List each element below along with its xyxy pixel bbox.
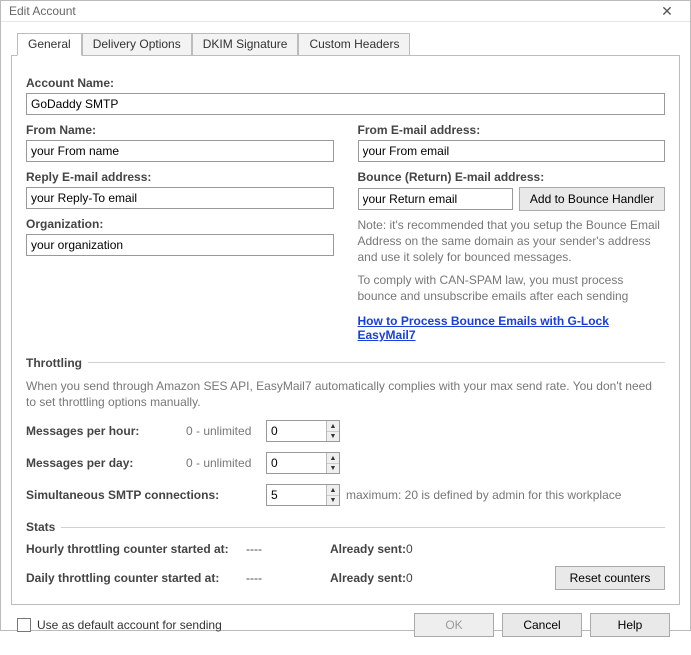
smtp-conn-hint: maximum: 20 is defined by admin for this… bbox=[346, 488, 665, 502]
chevron-up-icon[interactable]: ▲ bbox=[327, 453, 339, 464]
divider bbox=[61, 527, 665, 528]
default-account-checkbox[interactable] bbox=[17, 618, 31, 632]
stepper-arrows[interactable]: ▲▼ bbox=[326, 485, 339, 505]
msg-per-hour-hint: 0 - unlimited bbox=[186, 424, 266, 438]
reset-counters-button[interactable]: Reset counters bbox=[555, 566, 665, 590]
from-email-input[interactable] bbox=[358, 140, 666, 162]
throttling-legend-text: Throttling bbox=[26, 356, 82, 370]
default-account-label: Use as default account for sending bbox=[37, 618, 222, 632]
msg-per-day-label: Messages per day: bbox=[26, 456, 186, 470]
bounce-note-2: To comply with CAN-SPAM law, you must pr… bbox=[358, 272, 666, 304]
ok-button[interactable]: OK bbox=[414, 613, 494, 637]
bounce-email-input[interactable] bbox=[358, 188, 513, 210]
tabpanel-general: Account Name: From Name: Reply E-mail ad… bbox=[11, 55, 680, 605]
smtp-conn-stepper[interactable]: ▲▼ bbox=[266, 484, 340, 506]
from-email-label: From E-mail address: bbox=[358, 123, 666, 137]
chevron-down-icon[interactable]: ▼ bbox=[327, 464, 339, 474]
bounce-note-1: Note: it's recommended that you setup th… bbox=[358, 217, 666, 266]
hourly-counter-label: Hourly throttling counter started at: bbox=[26, 542, 246, 556]
hourly-counter-value: ---- bbox=[246, 542, 306, 556]
chevron-up-icon[interactable]: ▲ bbox=[327, 485, 339, 496]
dialog-footer: Use as default account for sending OK Ca… bbox=[11, 605, 680, 647]
reply-email-label: Reply E-mail address: bbox=[26, 170, 334, 184]
organization-input[interactable] bbox=[26, 234, 334, 256]
from-name-input[interactable] bbox=[26, 140, 334, 162]
throttling-description: When you send through Amazon SES API, Ea… bbox=[26, 378, 665, 410]
close-icon[interactable]: ✕ bbox=[650, 1, 684, 21]
throttling-legend: Throttling bbox=[26, 356, 665, 370]
tab-custom-headers[interactable]: Custom Headers bbox=[298, 33, 410, 56]
account-name-input[interactable] bbox=[26, 93, 665, 115]
smtp-conn-label: Simultaneous SMTP connections: bbox=[26, 488, 266, 502]
cancel-button[interactable]: Cancel bbox=[502, 613, 582, 637]
default-account-checkbox-row[interactable]: Use as default account for sending bbox=[17, 618, 222, 632]
chevron-up-icon[interactable]: ▲ bbox=[327, 421, 339, 432]
tabstrip: General Delivery Options DKIM Signature … bbox=[17, 33, 680, 56]
smtp-conn-input[interactable] bbox=[267, 485, 326, 505]
msg-per-hour-input[interactable] bbox=[267, 421, 326, 441]
already-sent-label-2: Already sent: bbox=[306, 571, 406, 585]
msg-per-day-stepper[interactable]: ▲▼ bbox=[266, 452, 340, 474]
daily-counter-value: ---- bbox=[246, 571, 306, 585]
stats-legend: Stats bbox=[26, 520, 665, 534]
titlebar: Edit Account ✕ bbox=[1, 1, 690, 22]
reply-email-input[interactable] bbox=[26, 187, 334, 209]
tab-dkim-signature[interactable]: DKIM Signature bbox=[192, 33, 299, 56]
organization-label: Organization: bbox=[26, 217, 334, 231]
client-area: General Delivery Options DKIM Signature … bbox=[1, 22, 690, 655]
daily-already-sent: 0 bbox=[406, 571, 446, 585]
stats-legend-text: Stats bbox=[26, 520, 55, 534]
stepper-arrows[interactable]: ▲▼ bbox=[326, 453, 339, 473]
bounce-help-link[interactable]: How to Process Bounce Emails with G-Lock… bbox=[358, 314, 666, 342]
tab-general[interactable]: General bbox=[17, 33, 82, 56]
bounce-email-label: Bounce (Return) E-mail address: bbox=[358, 170, 666, 184]
msg-per-day-input[interactable] bbox=[267, 453, 326, 473]
chevron-down-icon[interactable]: ▼ bbox=[327, 432, 339, 442]
divider bbox=[88, 362, 665, 363]
chevron-down-icon[interactable]: ▼ bbox=[327, 496, 339, 506]
account-name-label: Account Name: bbox=[26, 76, 665, 90]
add-to-bounce-handler-button[interactable]: Add to Bounce Handler bbox=[519, 187, 665, 211]
msg-per-hour-label: Messages per hour: bbox=[26, 424, 186, 438]
already-sent-label-1: Already sent: bbox=[306, 542, 406, 556]
msg-per-hour-stepper[interactable]: ▲▼ bbox=[266, 420, 340, 442]
msg-per-day-hint: 0 - unlimited bbox=[186, 456, 266, 470]
tab-delivery-options[interactable]: Delivery Options bbox=[82, 33, 192, 56]
help-button[interactable]: Help bbox=[590, 613, 670, 637]
window-title: Edit Account bbox=[9, 4, 76, 18]
hourly-already-sent: 0 bbox=[406, 542, 446, 556]
from-name-label: From Name: bbox=[26, 123, 334, 137]
stepper-arrows[interactable]: ▲▼ bbox=[326, 421, 339, 441]
edit-account-window: Edit Account ✕ General Delivery Options … bbox=[0, 0, 691, 631]
daily-counter-label: Daily throttling counter started at: bbox=[26, 571, 246, 585]
